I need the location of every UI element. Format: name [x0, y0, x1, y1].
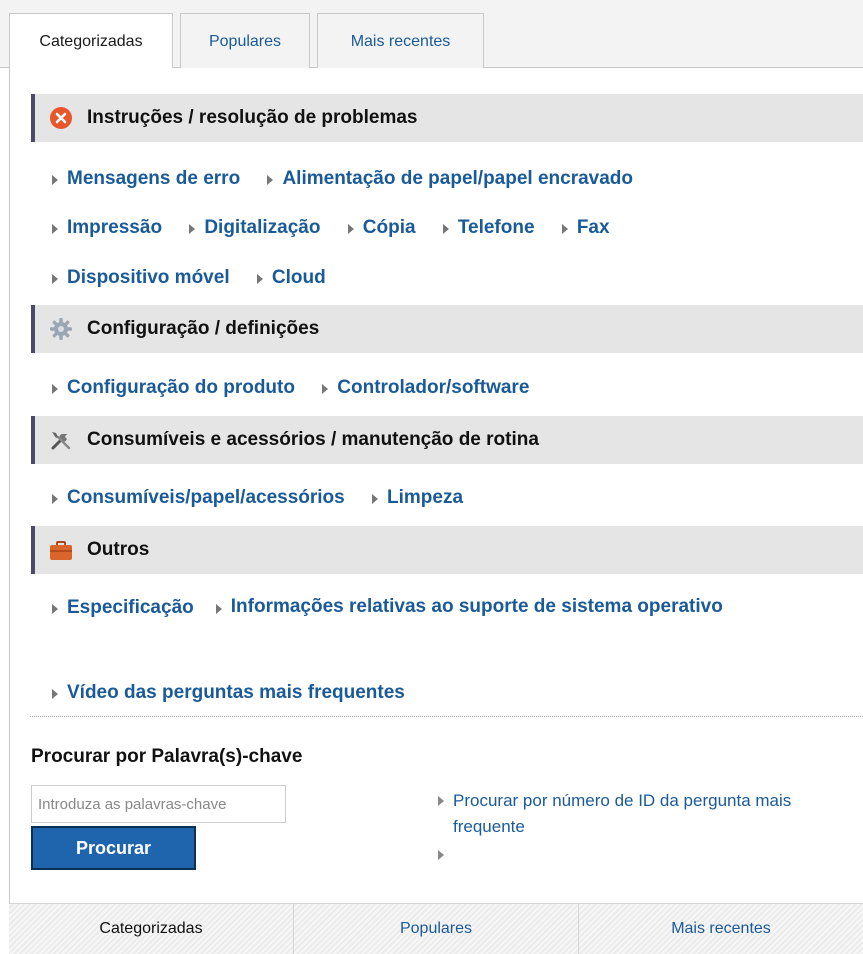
link-suporte-sistema-operativo[interactable]: Informações relativas ao suporte de sist…: [215, 591, 756, 623]
link-impressao[interactable]: Impressão: [52, 217, 162, 239]
section-title: Configuração / definições: [87, 318, 320, 339]
search-button[interactable]: Procurar: [31, 826, 196, 870]
link-copia[interactable]: Cópia: [347, 217, 416, 239]
link-row: Consumíveis/papel/acessórios Limpeza: [52, 487, 485, 510]
section-header-troubleshooting: Instruções / resolução de problemas: [31, 94, 863, 142]
link-fax[interactable]: Fax: [561, 217, 610, 239]
arrow-icon: [52, 689, 58, 699]
arrow-icon: [438, 850, 444, 860]
section-header-configuration: Configuração / definições: [31, 305, 863, 353]
arrow-icon: [322, 384, 329, 394]
link-controlador-software[interactable]: Controlador/software: [322, 377, 529, 399]
link-row: Impressão Digitalização Cópia Telefone F…: [52, 217, 632, 240]
tab-bar: Categorizadas Populares Mais recentes: [0, 0, 863, 69]
arrow-icon: [189, 224, 196, 234]
section-title: Outros: [87, 539, 150, 560]
arrow-icon: [442, 224, 449, 234]
section-title: Consumíveis e acessórios / manutenção de…: [87, 429, 539, 450]
link-mensagens-de-erro[interactable]: Mensagens de erro: [52, 168, 240, 190]
link-search-by-id[interactable]: Procurar por número de ID da pergunta ma…: [438, 788, 838, 840]
section-title: Instruções / resolução de problemas: [87, 107, 418, 128]
bottom-tab-mais-recentes[interactable]: Mais recentes: [579, 904, 863, 954]
divider: [30, 716, 863, 717]
link-row: Vídeo das perguntas mais frequentes: [52, 682, 427, 705]
arrow-icon: [267, 175, 274, 185]
search-title: Procurar por Palavra(s)-chave: [31, 746, 303, 767]
link-empty[interactable]: [438, 842, 838, 866]
link-dispositivo-movel[interactable]: Dispositivo móvel: [52, 267, 230, 289]
link-telefone[interactable]: Telefone: [442, 217, 535, 239]
section-header-others: Outros: [31, 526, 863, 574]
bottom-tab-bar: Categorizadas Populares Mais recentes: [9, 903, 863, 954]
link-configuracao-produto[interactable]: Configuração do produto: [52, 377, 295, 399]
arrow-icon: [52, 274, 58, 284]
link-row: Configuração do produto Controlador/soft…: [52, 377, 551, 400]
arrow-icon: [52, 224, 58, 234]
link-cloud[interactable]: Cloud: [256, 267, 326, 289]
gear-icon: [49, 317, 73, 341]
link-row: Especificação Informações relativas ao s…: [52, 596, 778, 623]
arrow-icon: [52, 384, 58, 394]
error-circle-icon: [49, 106, 73, 130]
link-limpeza[interactable]: Limpeza: [372, 487, 463, 509]
tab-categorizadas[interactable]: Categorizadas: [9, 13, 173, 69]
arrow-icon: [52, 604, 58, 614]
search-input[interactable]: [31, 785, 286, 823]
side-links: Procurar por número de ID da pergunta ma…: [438, 788, 838, 866]
link-especificacao[interactable]: Especificação: [52, 597, 194, 619]
section-header-consumables: Consumíveis e acessórios / manutenção de…: [31, 416, 863, 464]
arrow-icon: [372, 494, 379, 504]
tab-populares[interactable]: Populares: [180, 13, 310, 69]
arrow-icon: [438, 796, 444, 806]
arrow-icon: [561, 224, 568, 234]
arrow-icon: [256, 274, 263, 284]
bottom-tab-categorizadas[interactable]: Categorizadas: [9, 904, 294, 954]
link-row: Mensagens de erro Alimentação de papel/p…: [52, 168, 655, 191]
tab-mais-recentes[interactable]: Mais recentes: [317, 13, 484, 69]
link-row: Dispositivo móvel Cloud: [52, 267, 348, 290]
link-alimentacao-papel[interactable]: Alimentação de papel/papel encravado: [267, 168, 633, 190]
arrow-icon: [215, 604, 222, 614]
link-digitalizacao[interactable]: Digitalização: [189, 217, 320, 239]
arrow-icon: [52, 494, 58, 504]
link-consumiveis-papel[interactable]: Consumíveis/papel/acessórios: [52, 487, 345, 509]
tools-icon: [49, 428, 73, 452]
arrow-icon: [52, 175, 58, 185]
link-video-perguntas[interactable]: Vídeo das perguntas mais frequentes: [52, 682, 405, 704]
bottom-tab-populares[interactable]: Populares: [294, 904, 579, 954]
arrow-icon: [347, 224, 354, 234]
briefcase-icon: [49, 538, 73, 562]
